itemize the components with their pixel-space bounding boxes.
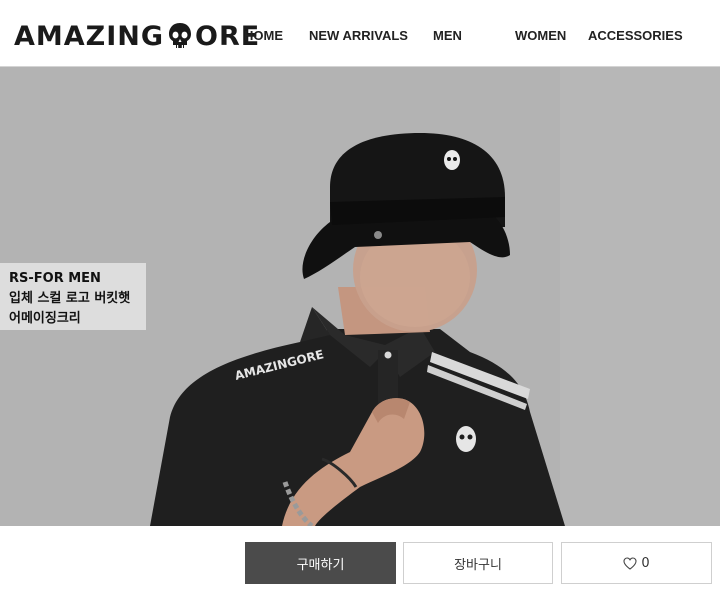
add-to-cart-button[interactable]: 장바구니 bbox=[403, 542, 553, 584]
caption-line-product: 입체 스컬 로고 버킷햇 bbox=[9, 291, 131, 306]
heart-icon bbox=[623, 556, 637, 570]
site-header: AMAZING ORE HOME NEW ARRIVALS MEN WOMEN … bbox=[0, 0, 720, 67]
buy-button-label: 구매하기 bbox=[296, 557, 345, 573]
brand-logo[interactable]: AMAZING ORE bbox=[14, 20, 260, 52]
brand-name-part1: AMAZING bbox=[14, 20, 165, 52]
hero-banner[interactable]: AMAZINGORE RS-FOR MEN 입체 스컬 로고 버킷햇 어메이징크… bbox=[0, 67, 720, 526]
nav-item-home[interactable]: HOME bbox=[244, 28, 283, 43]
purchase-action-bar: 구매하기 장바구니 0 bbox=[0, 526, 720, 592]
nav-item-women[interactable]: WOMEN bbox=[515, 28, 566, 43]
like-count: 0 bbox=[641, 555, 650, 571]
nav-item-accessories[interactable]: ACCESSORIES bbox=[588, 28, 683, 43]
nav-item-men[interactable]: MEN bbox=[433, 28, 462, 43]
buy-button[interactable]: 구매하기 bbox=[245, 542, 396, 584]
like-button[interactable]: 0 bbox=[561, 542, 712, 584]
caption-line-brand: 어메이징크리 bbox=[9, 311, 81, 326]
cart-button-label: 장바구니 bbox=[454, 557, 502, 573]
nav-item-new-arrivals[interactable]: NEW ARRIVALS bbox=[309, 28, 408, 43]
product-caption: RS-FOR MEN 입체 스컬 로고 버킷햇 어메이징크리 bbox=[0, 263, 146, 330]
skull-icon bbox=[169, 23, 192, 48]
caption-line-collection: RS-FOR MEN bbox=[9, 271, 101, 286]
